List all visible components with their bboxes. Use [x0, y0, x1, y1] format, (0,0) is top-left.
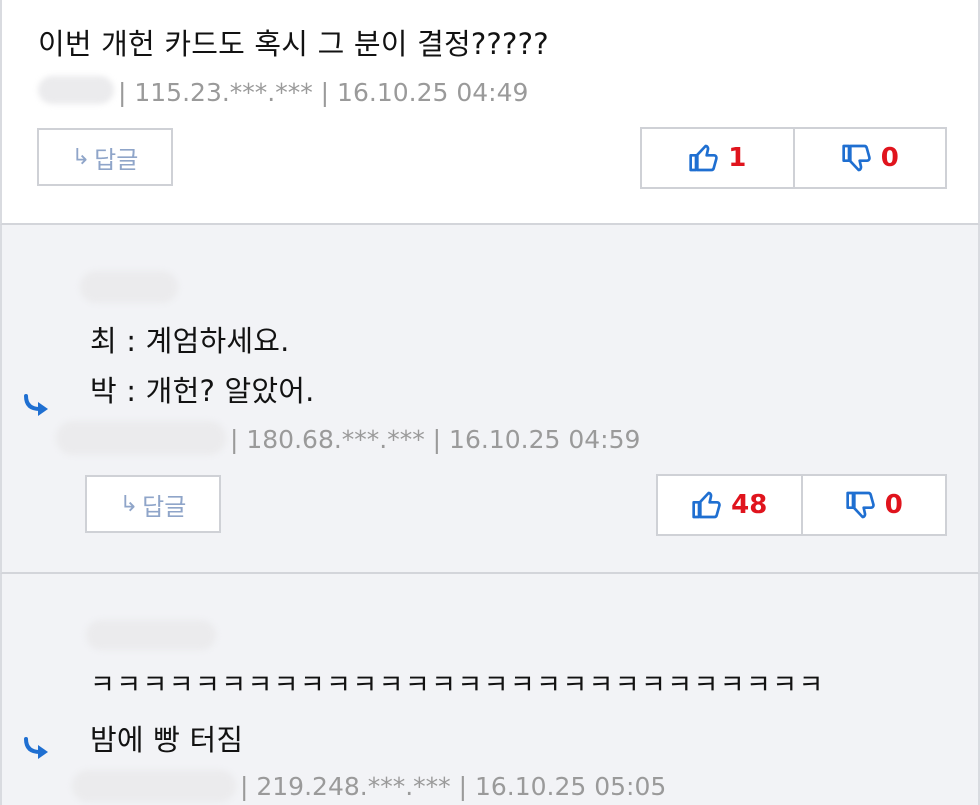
comment-text: 최 : 계엄하세요.	[90, 324, 290, 358]
reply-label: 답글	[94, 145, 139, 174]
username-redacted	[86, 620, 216, 650]
username-redacted	[38, 76, 114, 104]
vote-box: 48 0	[656, 474, 947, 536]
username-redacted	[80, 271, 178, 303]
thumbs-down-icon	[842, 144, 871, 172]
comment-text: 박 : 개헌? 알았어.	[90, 374, 315, 408]
comment-meta: | 219.248.***.*** | 16.10.25 05:05	[240, 772, 667, 801]
reply-label: 답글	[142, 492, 187, 521]
comment-item: ㅋㅋㅋㅋㅋㅋㅋㅋㅋㅋㅋㅋㅋㅋㅋㅋㅋㅋㅋㅋㅋㅋㅋㅋㅋㅋㅋㅋ 밤에 빵 터짐 | 2…	[0, 574, 980, 805]
dislike-button[interactable]: 0	[800, 476, 946, 534]
ip-owner-redacted	[72, 770, 236, 802]
dislike-count: 0	[884, 490, 903, 520]
like-button[interactable]: 48	[658, 476, 801, 534]
comment-meta: | 115.23.***.*** | 16.10.25 04:49	[118, 78, 529, 107]
dislike-button[interactable]: 0	[792, 129, 946, 187]
return-arrow-icon: ↳	[71, 144, 91, 170]
thumbs-up-icon	[689, 144, 719, 172]
comment-text: 밤에 빵 터짐	[90, 723, 244, 757]
thumbs-down-icon	[846, 491, 875, 519]
reply-button[interactable]: ↳ 답글	[37, 128, 173, 186]
curved-arrow-icon	[24, 394, 48, 416]
like-button[interactable]: 1	[642, 129, 793, 187]
vote-box: 1 0	[640, 127, 947, 189]
return-arrow-icon: ↳	[119, 491, 139, 517]
comment-text: ㅋㅋㅋㅋㅋㅋㅋㅋㅋㅋㅋㅋㅋㅋㅋㅋㅋㅋㅋㅋㅋㅋㅋㅋㅋㅋㅋㅋ	[90, 670, 825, 701]
comment-text: 이번 개헌 카드도 혹시 그 분이 결정?????	[38, 27, 549, 61]
like-count: 48	[731, 490, 768, 520]
comment-item: 이번 개헌 카드도 혹시 그 분이 결정????? | 115.23.***.*…	[0, 0, 980, 225]
curved-arrow-icon	[24, 737, 48, 759]
thumbs-up-icon	[692, 491, 721, 519]
ip-owner-redacted	[56, 421, 226, 455]
comment-meta: | 180.68.***.*** | 16.10.25 04:59	[230, 425, 641, 454]
dislike-count: 0	[880, 143, 899, 173]
like-count: 1	[728, 143, 747, 173]
reply-button[interactable]: ↳ 답글	[85, 475, 221, 533]
comment-item: 최 : 계엄하세요. 박 : 개헌? 알았어. | 180.68.***.***…	[0, 225, 980, 574]
